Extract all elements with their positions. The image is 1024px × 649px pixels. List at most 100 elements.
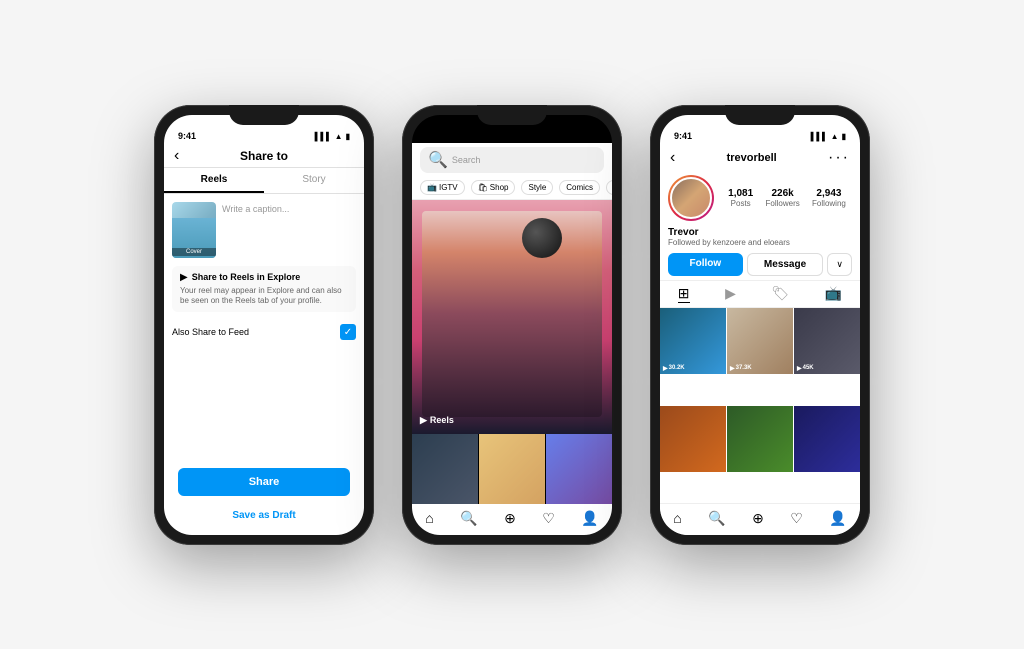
grid-cell-5[interactable] xyxy=(727,406,793,472)
spacer xyxy=(172,352,356,459)
explore-nav: ⌂ 🔍 ⊕ ♡ 👤 xyxy=(412,504,612,535)
nav-add[interactable]: ⊕ xyxy=(504,510,516,527)
prof-nav-profile[interactable]: 👤 xyxy=(829,510,846,527)
back-button[interactable]: ‹ xyxy=(174,147,179,165)
tab-tagged[interactable]: 🏷 xyxy=(771,285,789,303)
reel-main[interactable]: ▶ Reels xyxy=(412,200,612,434)
status-icons-3: ▌▌▌ ▲ ▮ xyxy=(811,132,846,141)
explore-title: Share to Reels in Explore xyxy=(192,272,301,282)
profile-name: Trevor xyxy=(668,227,852,238)
cover-label: Cover xyxy=(172,248,216,256)
scene: 9:41 ▌▌▌ ▲ ▮ ‹ Share to Reels Story xyxy=(0,0,1024,649)
grid-count-3: ▶ 45K xyxy=(797,365,814,372)
prof-nav-home[interactable]: ⌂ xyxy=(673,510,681,527)
reel-cell-2[interactable] xyxy=(479,434,545,504)
tab-grid[interactable]: ⊞ xyxy=(678,285,690,303)
profile-header: ‹ trevorbell ··· xyxy=(660,143,860,171)
profile-grid: ▶ 30.2K ▶ 37.3K ▶ 45K xyxy=(660,308,860,503)
prof-nav-search[interactable]: 🔍 xyxy=(708,510,725,527)
follow-button[interactable]: Follow xyxy=(668,253,743,276)
feed-toggle-check[interactable]: ✓ xyxy=(340,324,356,340)
avatar xyxy=(668,175,714,221)
grid-cell-6[interactable] xyxy=(794,406,860,472)
phone-share-reels: 9:41 ▌▌▌ ▲ ▮ ‹ Share to Reels Story xyxy=(154,105,374,545)
status-time-3: 9:41 xyxy=(674,131,692,141)
prof-nav-add[interactable]: ⊕ xyxy=(752,510,764,527)
profile-more-button[interactable]: ··· xyxy=(828,149,850,167)
share-content: Cover Write a caption... ▶ Share to Reel… xyxy=(164,194,364,535)
stat-posts: 1,081 Posts xyxy=(728,188,753,208)
profile-actions: Follow Message ∨ xyxy=(660,249,860,280)
tag-igtv[interactable]: 📺 IGTV xyxy=(420,180,465,195)
stat-following: 2,943 Following xyxy=(812,188,846,208)
prof-nav-heart[interactable]: ♡ xyxy=(790,510,803,527)
profile-tabs: ⊞ ▶ 🏷 📺 xyxy=(660,280,860,308)
profile-nav: ⌂ 🔍 ⊕ ♡ 👤 xyxy=(660,503,860,535)
reel-ball xyxy=(522,218,562,258)
profile-username: trevorbell xyxy=(727,152,777,164)
tag-shop[interactable]: 🛍 Shop xyxy=(471,180,516,195)
tab-story[interactable]: Story xyxy=(264,168,364,193)
signal-icon-2: ▌▌▌ xyxy=(563,132,580,141)
tag-comics[interactable]: Comics xyxy=(559,180,600,195)
followers-count: 226k xyxy=(766,188,800,199)
grid-count-1: ▶ 30.2K xyxy=(663,365,685,372)
profile-name-row: Trevor Followed by kenzoere and eloears xyxy=(660,227,860,249)
tab-igtv[interactable]: 📺 xyxy=(825,285,842,303)
reel-person-bg xyxy=(422,211,602,417)
message-button[interactable]: Message xyxy=(747,253,824,276)
reel-cell-1[interactable] xyxy=(412,434,478,504)
explore-title-row: ▶ Share to Reels in Explore xyxy=(180,272,348,283)
reel-label: ▶ Reels xyxy=(420,415,454,426)
posts-count: 1,081 xyxy=(728,188,753,199)
tab-reels[interactable]: Reels xyxy=(164,168,264,193)
search-icon: 🔍 xyxy=(428,150,448,170)
profile-stats: 1,081 Posts 226k Followers 2,943 Followi… xyxy=(722,188,852,208)
search-bar: 🔍 Search xyxy=(412,143,612,177)
nav-heart[interactable]: ♡ xyxy=(542,510,555,527)
nav-profile[interactable]: 👤 xyxy=(581,510,598,527)
status-time-1: 9:41 xyxy=(178,131,196,141)
reel-grid xyxy=(412,434,612,504)
followed-by: Followed by kenzoere and eloears xyxy=(668,238,852,247)
share-header: ‹ Share to xyxy=(164,143,364,168)
tag-tvmovie[interactable]: TV & Movie xyxy=(606,180,612,195)
draft-button[interactable]: Save as Draft xyxy=(172,504,356,527)
share-tabs: Reels Story xyxy=(164,168,364,194)
reel-icon: ▶ xyxy=(420,415,427,426)
grid-cell-4[interactable] xyxy=(660,406,726,472)
reel-background: ▶ Reels xyxy=(412,200,612,434)
explore-section: ▶ Share to Reels in Explore Your reel ma… xyxy=(172,266,356,313)
nav-home[interactable]: ⌂ xyxy=(425,510,433,527)
tab-reels[interactable]: ▶ xyxy=(725,285,736,303)
profile-back-button[interactable]: ‹ xyxy=(670,149,675,167)
feed-toggle-row: Also Share to Feed ✓ xyxy=(172,320,356,344)
avatar-image xyxy=(670,177,712,219)
phone-profile: 9:41 ▌▌▌ ▲ ▮ ‹ trevorbell ··· 1,081 xyxy=(650,105,870,545)
status-icons-2: ▌▌▌ ▲ ▮ xyxy=(563,132,598,141)
caption-input[interactable]: Write a caption... xyxy=(222,202,356,214)
grid-count-2: ▶ 37.3K xyxy=(730,365,752,372)
grid-cell-1[interactable]: ▶ 30.2K xyxy=(660,308,726,374)
share-button[interactable]: Share xyxy=(178,468,350,496)
caption-area: Cover Write a caption... xyxy=(172,202,356,258)
search-box[interactable]: 🔍 Search xyxy=(420,147,604,173)
search-placeholder: Search xyxy=(452,155,481,165)
following-count: 2,943 xyxy=(812,188,846,199)
grid-cell-2[interactable]: ▶ 37.3K xyxy=(727,308,793,374)
share-title: Share to xyxy=(240,149,288,163)
dropdown-button[interactable]: ∨ xyxy=(827,253,852,276)
stat-followers: 226k Followers xyxy=(766,188,800,208)
battery-icon-2: ▮ xyxy=(594,132,598,141)
phone-explore: 9:41 ▌▌▌ ▲ ▮ 🔍 Search 📺 IGTV 🛍 Shop Styl… xyxy=(402,105,622,545)
reel-cell-3[interactable] xyxy=(546,434,612,504)
wifi-icon: ▲ xyxy=(335,132,343,141)
tag-style[interactable]: Style xyxy=(521,180,553,195)
grid-cell-3[interactable]: ▶ 45K xyxy=(794,308,860,374)
thumbnail: Cover xyxy=(172,202,216,258)
feed-label: Also Share to Feed xyxy=(172,327,249,337)
followers-label: Followers xyxy=(766,199,800,208)
nav-search[interactable]: 🔍 xyxy=(460,510,477,527)
notch-3 xyxy=(725,105,795,125)
posts-label: Posts xyxy=(728,199,753,208)
